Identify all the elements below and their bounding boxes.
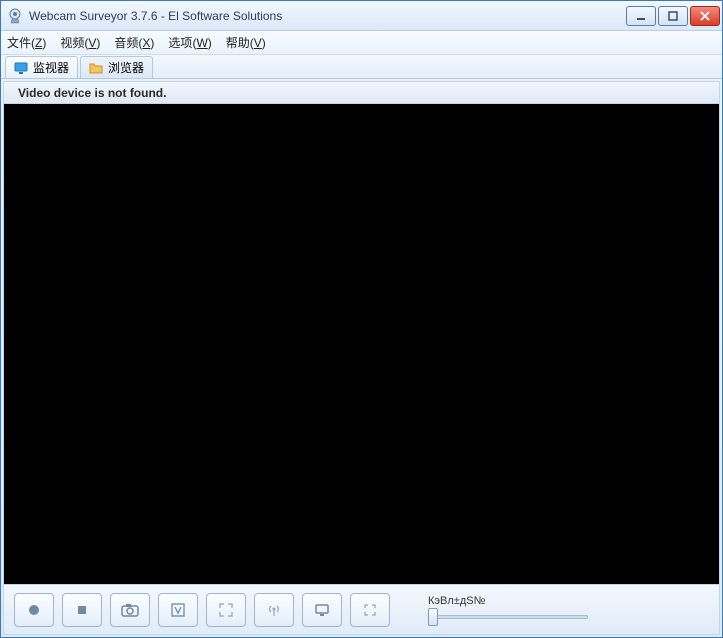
motion-detect-button[interactable] [158,593,198,627]
status-message: Video device is not found. [18,86,166,100]
tab-browser-label: 浏览器 [108,59,144,76]
zoom-slider-section: КэВл±дS№ [428,595,588,625]
titlebar: Webcam Surveyor 3.7.6 - El Software Solu… [1,1,722,31]
tab-browser[interactable]: 浏览器 [80,56,153,78]
app-window: Webcam Surveyor 3.7.6 - El Software Solu… [0,0,723,638]
tabbar: 监视器 浏览器 [1,55,722,79]
menu-video[interactable]: 视频(V) [60,34,100,51]
tab-monitor-label: 监视器 [33,59,69,76]
menubar: 文件(Z) 视频(V) 音频(X) 选项(W) 帮助(V) [1,31,722,55]
fullscreen-button[interactable] [350,593,390,627]
maximize-button[interactable] [658,6,688,26]
slider-label: КэВл±дS№ [428,595,588,607]
slider-track [428,615,588,619]
minimize-button[interactable] [626,6,656,26]
slider-thumb[interactable] [428,608,438,626]
menu-help[interactable]: 帮助(V) [226,34,266,51]
monitor-icon [14,61,28,75]
screen-button[interactable] [302,593,342,627]
menu-options[interactable]: 选项(W) [168,34,211,51]
snapshot-button[interactable] [110,593,150,627]
broadcast-button[interactable] [254,593,294,627]
window-title: Webcam Surveyor 3.7.6 - El Software Solu… [29,9,626,23]
close-button[interactable] [690,6,720,26]
status-strip: Video device is not found. [4,82,719,104]
bottom-toolbar: КэВл±дS№ [4,584,719,634]
menu-file[interactable]: 文件(Z) [7,34,46,51]
menu-audio[interactable]: 音频(X) [114,34,154,51]
stop-button[interactable] [62,593,102,627]
webcam-icon [7,8,23,24]
zoom-slider[interactable] [428,609,588,625]
tab-monitor[interactable]: 监视器 [5,56,78,78]
folder-icon [89,61,103,75]
content-area: Video device is not found. [3,81,720,635]
window-controls [626,6,720,26]
expand-button[interactable] [206,593,246,627]
video-preview [4,104,719,584]
record-button[interactable] [14,593,54,627]
